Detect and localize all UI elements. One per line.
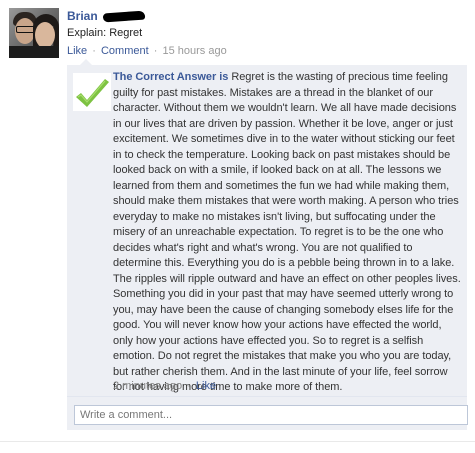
comment-item: The Correct Answer is Regret is the wast… bbox=[67, 65, 467, 397]
comment-body: The Correct Answer is Regret is the wast… bbox=[113, 70, 463, 396]
comments-section: The Correct Answer is Regret is the wast… bbox=[67, 65, 468, 430]
redacted-surname bbox=[102, 10, 145, 23]
feed-story: Brian Explain: Regret Like · Comment · 1… bbox=[0, 0, 475, 453]
comment-link[interactable]: Comment bbox=[101, 45, 149, 57]
story-actions: Like · Comment · 15 hours ago bbox=[67, 45, 227, 57]
comment-timestamp[interactable]: 2 minutes ago bbox=[113, 380, 182, 392]
comment-text: Regret is the wasting of precious time f… bbox=[113, 71, 461, 393]
post-timestamp[interactable]: 15 hours ago bbox=[162, 45, 226, 57]
author-row: Brian bbox=[67, 9, 145, 25]
action-separator: · bbox=[92, 45, 96, 57]
commenter-name[interactable]: The Correct Answer is bbox=[113, 71, 228, 83]
like-link[interactable]: Like bbox=[67, 45, 87, 57]
author-avatar[interactable] bbox=[9, 8, 59, 58]
green-checkmark-icon[interactable] bbox=[73, 73, 111, 111]
meta-separator: · bbox=[187, 380, 191, 392]
action-separator: · bbox=[153, 45, 158, 57]
write-comment-input[interactable] bbox=[74, 405, 468, 425]
post-text: Explain: Regret bbox=[67, 27, 143, 39]
comment-meta: 2 minutes ago · Like bbox=[113, 380, 216, 392]
story-divider bbox=[0, 441, 475, 442]
author-name[interactable]: Brian bbox=[67, 9, 98, 23]
comment-like-link[interactable]: Like bbox=[196, 380, 216, 392]
